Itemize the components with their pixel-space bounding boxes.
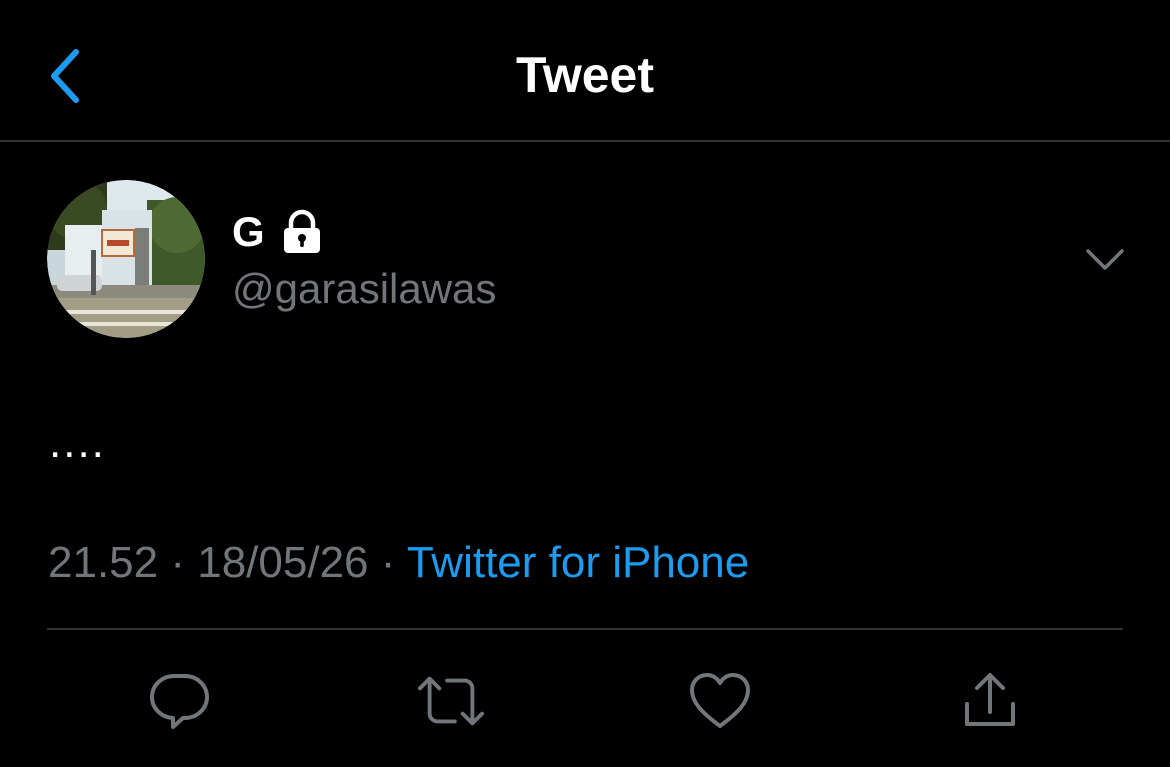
- retweet-icon: [417, 676, 485, 726]
- tweet-meta: 21.52 · 18/05/26 · Twitter for iPhone: [48, 538, 749, 588]
- display-name[interactable]: G: [232, 208, 265, 256]
- tweet-time: 21.52: [48, 538, 159, 587]
- share-icon: [965, 673, 1015, 726]
- page-title: Tweet: [516, 47, 654, 103]
- meta-separator: ·: [170, 538, 185, 587]
- tweet-source-link[interactable]: Twitter for iPhone: [407, 538, 749, 587]
- share-button[interactable]: [955, 666, 1025, 736]
- reply-button[interactable]: [145, 666, 215, 736]
- heart-icon: [690, 673, 750, 728]
- meta-separator: ·: [380, 538, 396, 587]
- author-name-row: G: [232, 207, 325, 257]
- action-bar: [0, 660, 1170, 740]
- lock-icon: [279, 209, 325, 255]
- divider: [47, 628, 1123, 630]
- street-photo-avatar: [47, 180, 205, 338]
- tweet-date: 18/05/26: [197, 538, 369, 587]
- navigation-bar: Tweet: [0, 0, 1170, 142]
- like-button[interactable]: [685, 666, 755, 736]
- avatar[interactable]: [47, 180, 205, 338]
- tweet-text: ....: [49, 418, 106, 467]
- tweet-detail-screen: Tweet G @garasilawas .... 21.52 · 18/05/…: [0, 0, 1170, 767]
- author-handle[interactable]: @garasilawas: [232, 265, 496, 313]
- more-options-button[interactable]: [1082, 240, 1128, 280]
- reply-icon: [150, 673, 209, 729]
- chevron-down-icon: [1086, 249, 1124, 270]
- retweet-button[interactable]: [416, 666, 486, 736]
